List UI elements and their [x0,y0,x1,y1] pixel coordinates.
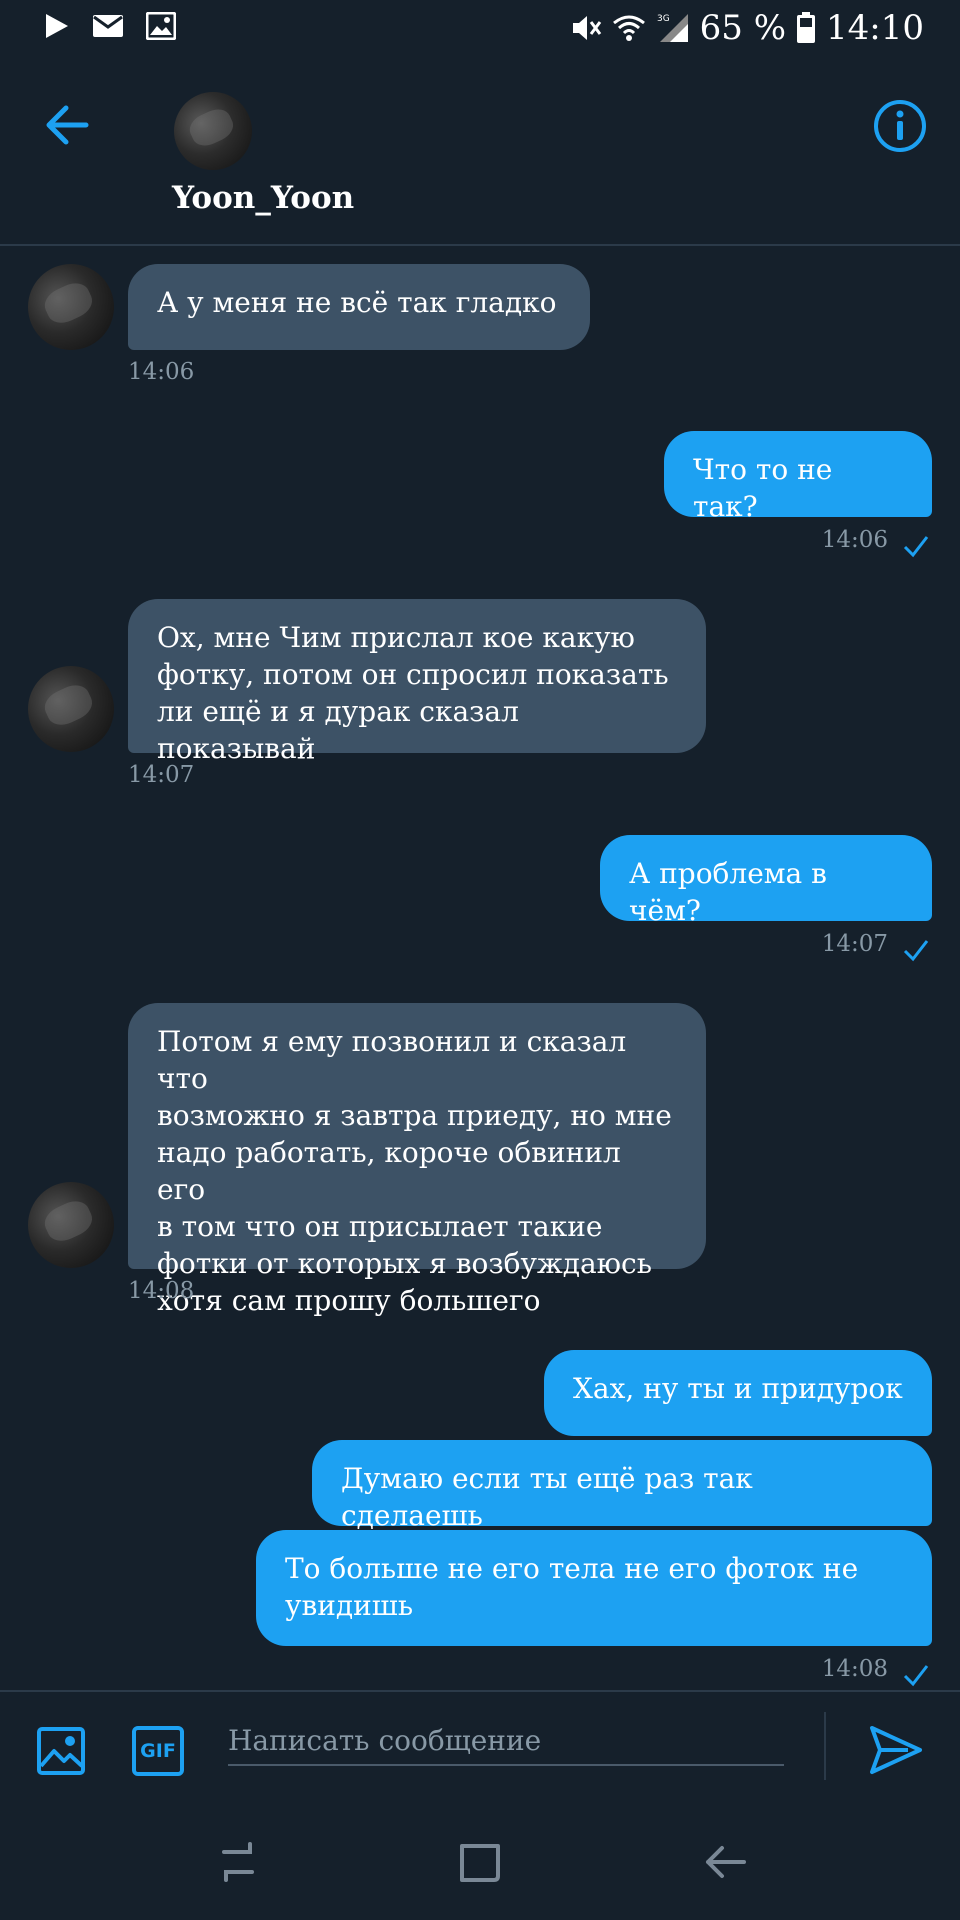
send-icon[interactable] [868,1722,924,1778]
outgoing-message[interactable]: То больше не его тела не его фоток не ув… [256,1530,932,1646]
avatar[interactable] [28,666,114,752]
outgoing-message[interactable]: Что то не так? [664,431,932,523]
info-icon[interactable] [872,98,928,154]
svg-text:3G: 3G [657,14,670,24]
incoming-message[interactable]: А у меня не всё так гладко [128,264,590,350]
conversation-header: Yoon_Yoon [0,56,960,246]
avatar[interactable] [28,264,114,350]
message-time: 14:06 [821,527,888,553]
message-time: 14:07 [821,931,888,957]
username[interactable]: Yoon_Yoon [172,180,354,216]
system-navigation-bar [0,1802,960,1920]
battery-icon [797,12,816,43]
divider [824,1712,826,1780]
gif-button[interactable]: GIF [132,1726,184,1776]
incoming-message[interactable]: Потом я ему позвонил и сказал что возмож… [128,1003,706,1317]
check-icon [903,1665,929,1687]
outgoing-message[interactable]: Хах, ну ты и придурок [544,1350,932,1436]
outgoing-message[interactable]: Думаю если ты ещё раз так сделаешь [312,1440,932,1532]
back-icon[interactable] [700,1838,748,1886]
battery-percent: 65 % [699,8,787,48]
check-icon [903,940,929,962]
wifi-icon [612,15,645,41]
message-time: 14:07 [128,762,195,788]
incoming-message[interactable]: Ох, мне Чим прислал кое какую фотку, пот… [128,599,706,765]
check-icon [903,536,929,558]
message-input[interactable] [228,1716,784,1766]
message-list[interactable]: А у меня не всё так гладко 14:06 Что то … [0,246,960,1690]
avatar[interactable] [174,92,252,170]
image-icon [146,12,176,40]
message-time: 14:08 [128,1278,195,1304]
signal-icon: 3G [657,14,688,42]
home-icon[interactable] [456,1838,504,1886]
play-icon [46,14,68,38]
recent-apps-icon[interactable] [214,1838,262,1886]
message-time: 14:06 [128,359,195,385]
status-bar: 3G 65 % 14:10 [0,0,960,56]
clock: 14:10 [826,8,924,48]
image-icon[interactable] [36,1726,86,1776]
compose-bar: GIF [0,1690,960,1804]
mute-icon [572,16,601,40]
back-arrow-icon[interactable] [42,100,92,150]
outgoing-message[interactable]: А проблема в чём? [600,835,932,927]
mail-icon [93,15,123,37]
message-time: 14:08 [821,1656,888,1682]
avatar[interactable] [28,1182,114,1268]
